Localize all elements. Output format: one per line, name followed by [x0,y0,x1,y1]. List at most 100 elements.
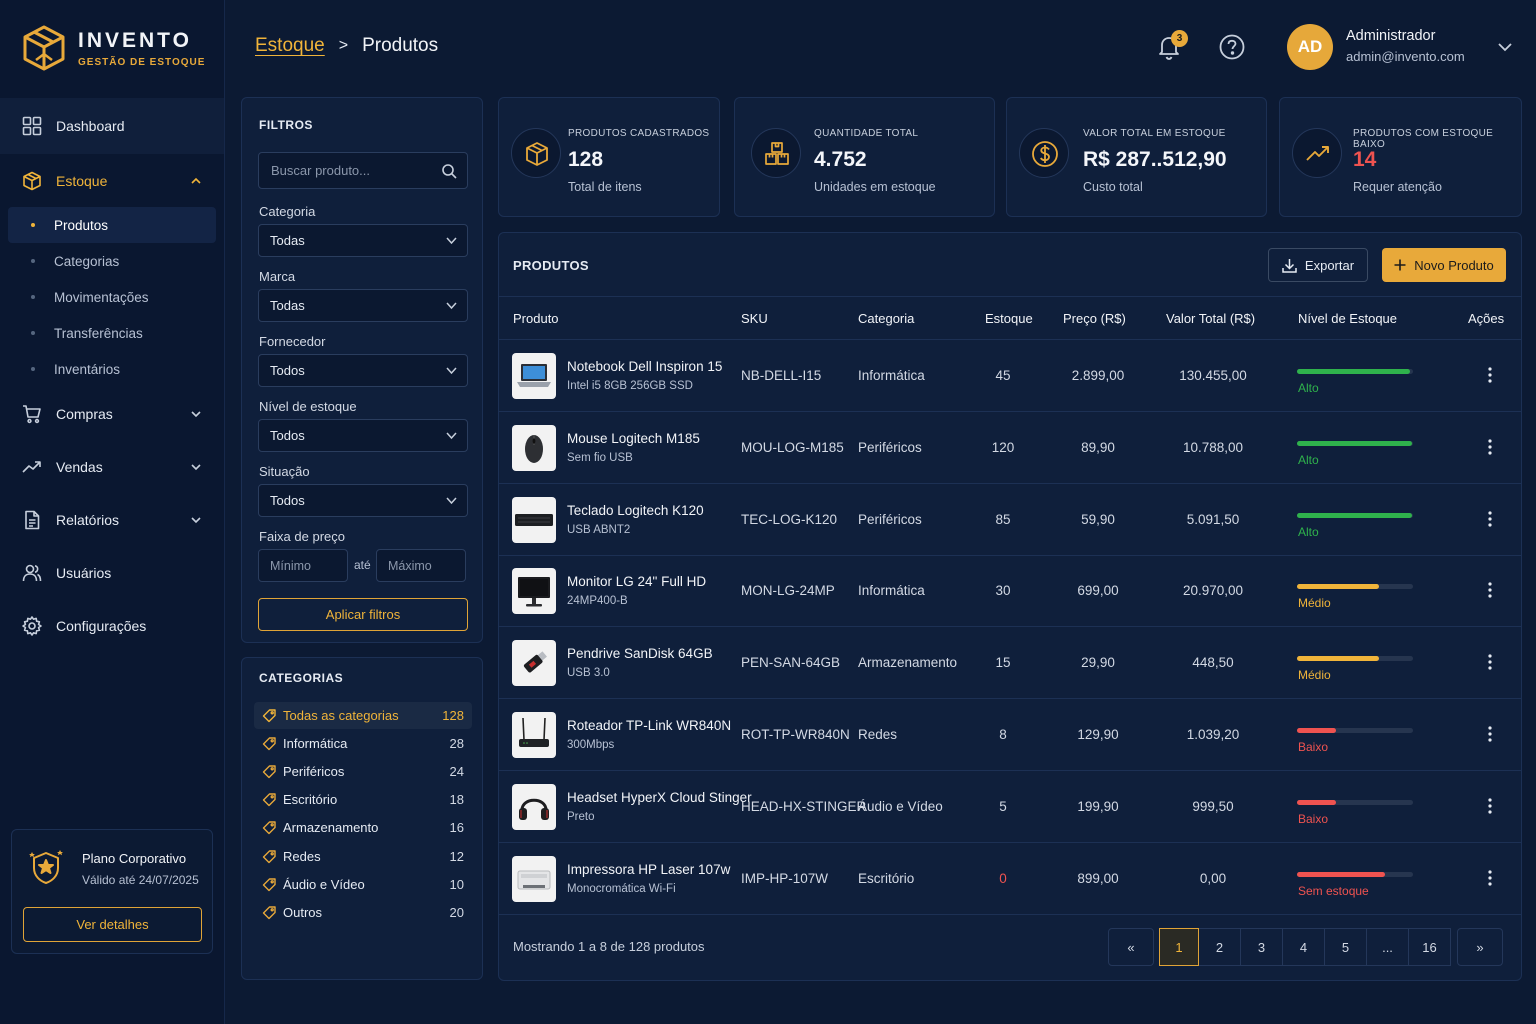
sidebar-item-estoque[interactable]: Estoque [0,154,224,207]
table-row[interactable]: Pendrive SanDisk 64GB USB 3.0 PEN-SAN-64GB… [499,627,1521,700]
category-list-item[interactable]: Escritório 18 [254,786,472,813]
breadcrumb-link-estoque[interactable]: Estoque [255,35,325,57]
tag-icon [262,849,276,863]
table-row[interactable]: Impressora HP Laser 107w Monocromática Wi… [499,843,1521,915]
column-header-preco[interactable]: Preço (R$) [1063,311,1126,326]
brand-name: INVENTO [78,28,192,52]
category-list-item[interactable]: Todas as categorias 128 [254,702,472,729]
filters-title: FILTROS [259,118,313,132]
export-button[interactable]: Exportar [1268,248,1368,282]
sidebar-item-dashboard[interactable]: Dashboard [0,98,224,154]
table-row[interactable]: Headset HyperX Cloud Stinger Preto HEAD-HX… [499,771,1521,843]
product-name[interactable]: Mouse Logitech M185 [567,431,700,446]
stat-card-low-stock: PRODUTOS COM ESTOQUE BAIXO 14 Requer ate… [1279,97,1522,217]
product-name[interactable]: Notebook Dell Inspiron 15 [567,359,722,374]
page-button-3[interactable]: 3 [1240,928,1283,966]
stock-level-bar-fill [1297,440,1412,446]
product-name[interactable]: Roteador TP-Link WR840N [567,718,731,733]
more-actions-icon[interactable] [1481,653,1499,671]
table-row[interactable]: Roteador TP-Link WR840N 300Mbps ROT-TP-WR8… [499,699,1521,771]
tag-icon [262,877,276,891]
page-button-2[interactable]: 2 [1198,928,1241,966]
column-header-produto[interactable]: Produto [513,311,559,326]
product-name[interactable]: Headset HyperX Cloud Stinger [567,790,752,805]
status-select[interactable]: Todos [258,484,468,517]
chevron-down-icon[interactable] [1497,40,1513,54]
table-row[interactable]: Notebook Dell Inspiron 15 Intel i5 8GB 25… [499,340,1521,412]
category-count: 16 [449,820,464,836]
sidebar-item-usuarios[interactable]: Usuários [0,546,224,599]
sidebar-subitem-transferencias[interactable]: Transferências [0,315,224,351]
product-stock: 45 [995,368,1011,383]
sidebar-item-vendas[interactable]: Vendas [0,440,224,493]
stat-value: 4.752 [814,148,867,171]
more-actions-icon[interactable] [1481,869,1499,887]
product-name[interactable]: Pendrive SanDisk 64GB [567,646,713,661]
more-actions-icon[interactable] [1481,438,1499,456]
column-header-sku[interactable]: SKU [741,311,768,326]
previous-page-button[interactable]: « [1108,928,1154,966]
product-total-value: 20.970,00 [1182,583,1244,599]
column-header-estoque[interactable]: Estoque [985,311,1033,326]
search-icon[interactable] [441,163,457,179]
product-name[interactable]: Teclado Logitech K120 [567,503,704,518]
sidebar-item-compras[interactable]: Compras [0,387,224,440]
tag-icon [262,737,276,751]
category-list-item[interactable]: Redes 12 [254,843,472,870]
more-actions-icon[interactable] [1481,581,1499,599]
product-sku: ROT-TP-WR840N [741,727,850,742]
sidebar-subitem-produtos[interactable]: Produtos [8,207,216,243]
category-list-item[interactable]: Áudio e Vídeo 10 [254,871,472,898]
page-button-1[interactable]: 1 [1159,928,1199,966]
user-name: Administrador [1346,28,1436,44]
page-button-4[interactable]: 4 [1282,928,1325,966]
price-min-input[interactable] [258,549,348,582]
supplier-select-value: Todos [270,363,305,378]
new-product-button[interactable]: Novo Produto [1382,248,1506,282]
sidebar-item-label: Dashboard [56,118,125,134]
supplier-select[interactable]: Todos [258,354,468,387]
category-list-item[interactable]: Periféricos 24 [254,758,472,785]
table-row[interactable]: Monitor LG 24" Full HD 24MP400-B MON-LG-24… [499,555,1521,628]
category-select[interactable]: Todas [258,224,468,257]
sidebar-subitem-movimentacoes[interactable]: Movimentações [0,279,224,315]
stock-level-bar [1297,728,1413,733]
price-max-input[interactable] [376,549,466,582]
more-actions-icon[interactable] [1481,797,1499,815]
sidebar-item-configuracoes[interactable]: Configurações [0,599,224,652]
stock-level-label: Baixo [1298,811,1329,826]
more-actions-icon[interactable] [1481,510,1499,528]
avatar[interactable]: AD [1287,24,1333,70]
stock-level-bar-fill [1297,584,1379,590]
sidebar-item-relatorios[interactable]: Relatórios [0,493,224,546]
product-name[interactable]: Impressora HP Laser 107w [567,862,730,877]
page-button-5[interactable]: 5 [1324,928,1367,966]
product-price: 129,90 [1077,727,1119,742]
stat-value: R$ 287..512,90 [1083,148,1227,171]
apply-filters-button[interactable]: Aplicar filtros [258,598,468,631]
brand-logo[interactable]: INVENTO GESTÃO DE ESTOQUE [22,24,205,72]
product-name[interactable]: Monitor LG 24" Full HD [567,574,706,589]
brand-select[interactable]: Todas [258,289,468,322]
more-actions-icon[interactable] [1481,725,1499,743]
product-stock: 15 [995,655,1011,671]
category-list-item[interactable]: Outros 20 [254,899,472,926]
category-label: Periféricos [283,764,345,780]
page-button-16[interactable]: 16 [1408,928,1451,966]
table-row[interactable]: Mouse Logitech M185 Sem fio USB MOU-LOG-M1… [499,412,1521,484]
column-header-nivel[interactable]: Nível de Estoque [1298,311,1397,326]
category-list-item[interactable]: Informática 28 [254,730,472,757]
column-header-valor-total[interactable]: Valor Total (R$) [1166,311,1255,326]
table-row[interactable]: Teclado Logitech K120 USB ABNT2 TEC-LOG-K1… [499,484,1521,556]
more-actions-icon[interactable] [1481,366,1499,384]
sidebar-subitem-inventarios[interactable]: Inventários [0,351,224,387]
stock-level-select[interactable]: Todos [258,419,468,452]
next-page-button[interactable]: » [1457,928,1503,966]
search-input[interactable] [259,153,434,188]
monitor-image [512,568,556,615]
plan-details-button[interactable]: Ver detalhes [23,907,202,942]
help-icon[interactable] [1218,33,1246,61]
column-header-categoria[interactable]: Categoria [858,311,914,326]
sidebar-subitem-categorias[interactable]: Categorias [0,243,224,279]
category-list-item[interactable]: Armazenamento 16 [254,814,472,841]
